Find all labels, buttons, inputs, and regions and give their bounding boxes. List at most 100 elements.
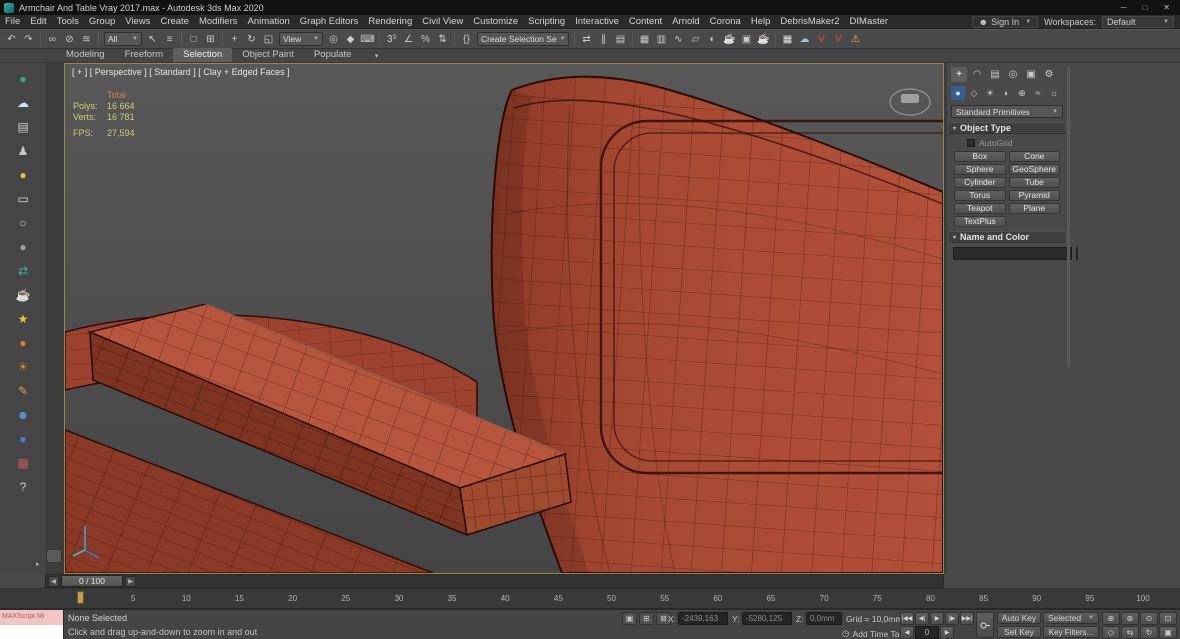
- a360-gallery-icon[interactable]: ▦: [779, 31, 796, 48]
- key-mode-dropdown[interactable]: Selected ▼: [1043, 612, 1099, 624]
- angle-snap-toggle-icon[interactable]: ∠: [400, 31, 417, 48]
- current-frame-field[interactable]: 0: [915, 626, 939, 639]
- select-and-scale-icon[interactable]: ◱: [260, 31, 277, 48]
- left-tool-swap-icon[interactable]: ⇄: [12, 259, 34, 283]
- left-tool-sun-icon[interactable]: ☀: [12, 355, 34, 379]
- primitive-button-sphere[interactable]: Sphere: [954, 164, 1006, 175]
- utilities-tab[interactable]: ⚙: [1041, 67, 1057, 82]
- menu-item-tools[interactable]: Tools: [52, 15, 84, 29]
- set-keys-button[interactable]: ⚲: [976, 612, 994, 638]
- ribbon-tab-populate[interactable]: Populate: [304, 48, 362, 62]
- left-tool-sphere-gray-icon[interactable]: ●: [12, 235, 34, 259]
- left-tool-ring-icon[interactable]: ○: [12, 211, 34, 235]
- select-and-rotate-icon[interactable]: ↻: [243, 31, 260, 48]
- window-crossing-toggle-icon[interactable]: ⊞: [202, 31, 219, 48]
- bind-to-space-warp-icon[interactable]: ≋: [78, 31, 95, 48]
- zoom-all-icon[interactable]: ⊗: [1121, 612, 1139, 625]
- offset-mode-transform-icon[interactable]: ⊞: [639, 612, 654, 625]
- workspace-dropdown[interactable]: Default ▼: [1102, 16, 1174, 28]
- ribbon-tab-selection[interactable]: Selection: [173, 48, 232, 62]
- menu-item-file[interactable]: File: [0, 15, 25, 29]
- object-type-rollout-header[interactable]: ▾ Object Type: [949, 122, 1065, 134]
- primitive-button-cone[interactable]: Cone: [1009, 151, 1061, 162]
- create-tab[interactable]: +: [951, 67, 967, 82]
- perspective-viewport[interactable]: [ + ] [ Perspective ] [ Standard ] [ Cla…: [64, 63, 944, 574]
- title-bar[interactable]: Armchair And Table Vray 2017.max - Autod…: [0, 0, 1180, 15]
- vray-frame-buffer-icon[interactable]: V: [830, 31, 847, 48]
- toggle-scene-explorer-icon[interactable]: ▦: [636, 31, 653, 48]
- isolate-selection-toggle-icon[interactable]: ▣: [622, 612, 637, 625]
- panel-scrollbar[interactable]: [1067, 67, 1070, 367]
- align-icon[interactable]: ∥: [595, 31, 612, 48]
- modify-tab[interactable]: ◠: [969, 67, 985, 82]
- time-slider-left-arrow[interactable]: ◀: [48, 576, 59, 587]
- undo-icon[interactable]: ↶: [3, 31, 20, 48]
- zoom-icon[interactable]: ⊕: [1102, 612, 1120, 625]
- schematic-view-icon[interactable]: ▱: [687, 31, 704, 48]
- curve-editor-icon[interactable]: ∿: [670, 31, 687, 48]
- left-tool-sphere-orange-icon[interactable]: ●: [12, 331, 34, 355]
- left-tool-star-icon[interactable]: ★: [12, 307, 34, 331]
- named-selection-sets-dropdown[interactable]: Create Selection Se▼: [477, 32, 569, 46]
- render-in-cloud-icon[interactable]: ☁: [796, 31, 813, 48]
- mirror-icon[interactable]: ⇄: [578, 31, 595, 48]
- z-coordinate-field[interactable]: 0,0mm: [806, 612, 842, 625]
- viewport-layout-tab[interactable]: [46, 549, 62, 563]
- selection-filter-dropdown[interactable]: All▼: [104, 32, 142, 46]
- add-time-tag[interactable]: ◷ Add Time Tag: [842, 628, 904, 639]
- field-of-view-icon[interactable]: ◇: [1102, 626, 1120, 639]
- left-tool-people-icon[interactable]: ♟: [12, 139, 34, 163]
- menu-item-civil-view[interactable]: Civil View: [417, 15, 468, 29]
- primitive-button-textplus[interactable]: TextPlus: [954, 216, 1006, 227]
- menu-item-arnold[interactable]: Arnold: [667, 15, 704, 29]
- maximize-viewport-toggle-icon[interactable]: ▣: [1159, 626, 1177, 639]
- menu-item-group[interactable]: Group: [84, 15, 120, 29]
- menu-item-graph-editors[interactable]: Graph Editors: [295, 15, 364, 29]
- material-editor-icon[interactable]: ◐: [704, 31, 721, 48]
- rendered-frame-window-icon[interactable]: ▣: [738, 31, 755, 48]
- previous-frame-icon[interactable]: ◀: [900, 626, 914, 639]
- time-slider-handle[interactable]: 0 / 100: [61, 575, 123, 587]
- spinner-snap-toggle-icon[interactable]: ⇅: [434, 31, 451, 48]
- y-coordinate-field[interactable]: -5280,125: [742, 612, 792, 625]
- reference-coordinate-dropdown[interactable]: View▼: [279, 32, 323, 46]
- left-tool-sphere-blue-icon[interactable]: ●: [12, 427, 34, 451]
- menu-item-customize[interactable]: Customize: [468, 15, 523, 29]
- key-filters-button[interactable]: Key Filters...: [1043, 626, 1099, 638]
- left-tool-person-icon[interactable]: ☻: [12, 403, 34, 427]
- left-tool-help-icon[interactable]: ?: [12, 475, 34, 499]
- close-button[interactable]: ✕: [1163, 3, 1170, 12]
- menu-item-rendering[interactable]: Rendering: [363, 15, 417, 29]
- zoom-extents-icon[interactable]: ⊙: [1140, 612, 1158, 625]
- ribbon-tab-freeform[interactable]: Freeform: [115, 48, 174, 62]
- primitive-button-plane[interactable]: Plane: [1009, 203, 1061, 214]
- sign-in-button[interactable]: ☻ Sign In ▼: [972, 16, 1038, 28]
- menu-item-create[interactable]: Create: [155, 15, 194, 29]
- left-tool-slab-icon[interactable]: ▭: [12, 187, 34, 211]
- auto-key-button[interactable]: Auto Key: [997, 612, 1041, 624]
- go-to-end-button[interactable]: ▶▶|: [960, 612, 974, 625]
- render-production-icon[interactable]: ☕: [755, 31, 772, 48]
- select-and-move-icon[interactable]: +: [226, 31, 243, 48]
- viewport-label[interactable]: [ + ] [ Perspective ] [ Standard ] [ Cla…: [72, 67, 290, 77]
- cameras-category[interactable]: ◗: [999, 86, 1013, 100]
- redo-icon[interactable]: ↷: [20, 31, 37, 48]
- minimize-button[interactable]: ─: [1121, 3, 1127, 12]
- track-bar-ticks[interactable]: 0510152025303540455055606570758085909510…: [0, 588, 1180, 609]
- left-tool-sphere-green-icon[interactable]: ●: [12, 67, 34, 91]
- primitive-button-cylinder[interactable]: Cylinder: [954, 177, 1006, 188]
- space-warps-category[interactable]: ≈: [1031, 86, 1045, 100]
- ribbon-tab-modeling[interactable]: Modeling: [56, 48, 115, 62]
- hierarchy-tab[interactable]: ▤: [987, 67, 1003, 82]
- select-by-name-icon[interactable]: ≡: [161, 31, 178, 48]
- unlink-selection-icon[interactable]: ⊘: [61, 31, 78, 48]
- select-and-link-icon[interactable]: ∞: [44, 31, 61, 48]
- macro-recorder-pane[interactable]: MAXScript Mi: [0, 610, 63, 625]
- primitive-button-torus[interactable]: Torus: [954, 190, 1006, 201]
- name-color-rollout-header[interactable]: ▾ Name and Color: [949, 231, 1065, 243]
- vray-toolbar-icon[interactable]: V: [813, 31, 830, 48]
- left-tool-teapot-icon[interactable]: ☕: [12, 283, 34, 307]
- lights-category[interactable]: ☀: [983, 86, 997, 100]
- maxscript-mini-listener[interactable]: MAXScript Mi: [0, 610, 64, 639]
- shapes-category[interactable]: ◇: [967, 86, 981, 100]
